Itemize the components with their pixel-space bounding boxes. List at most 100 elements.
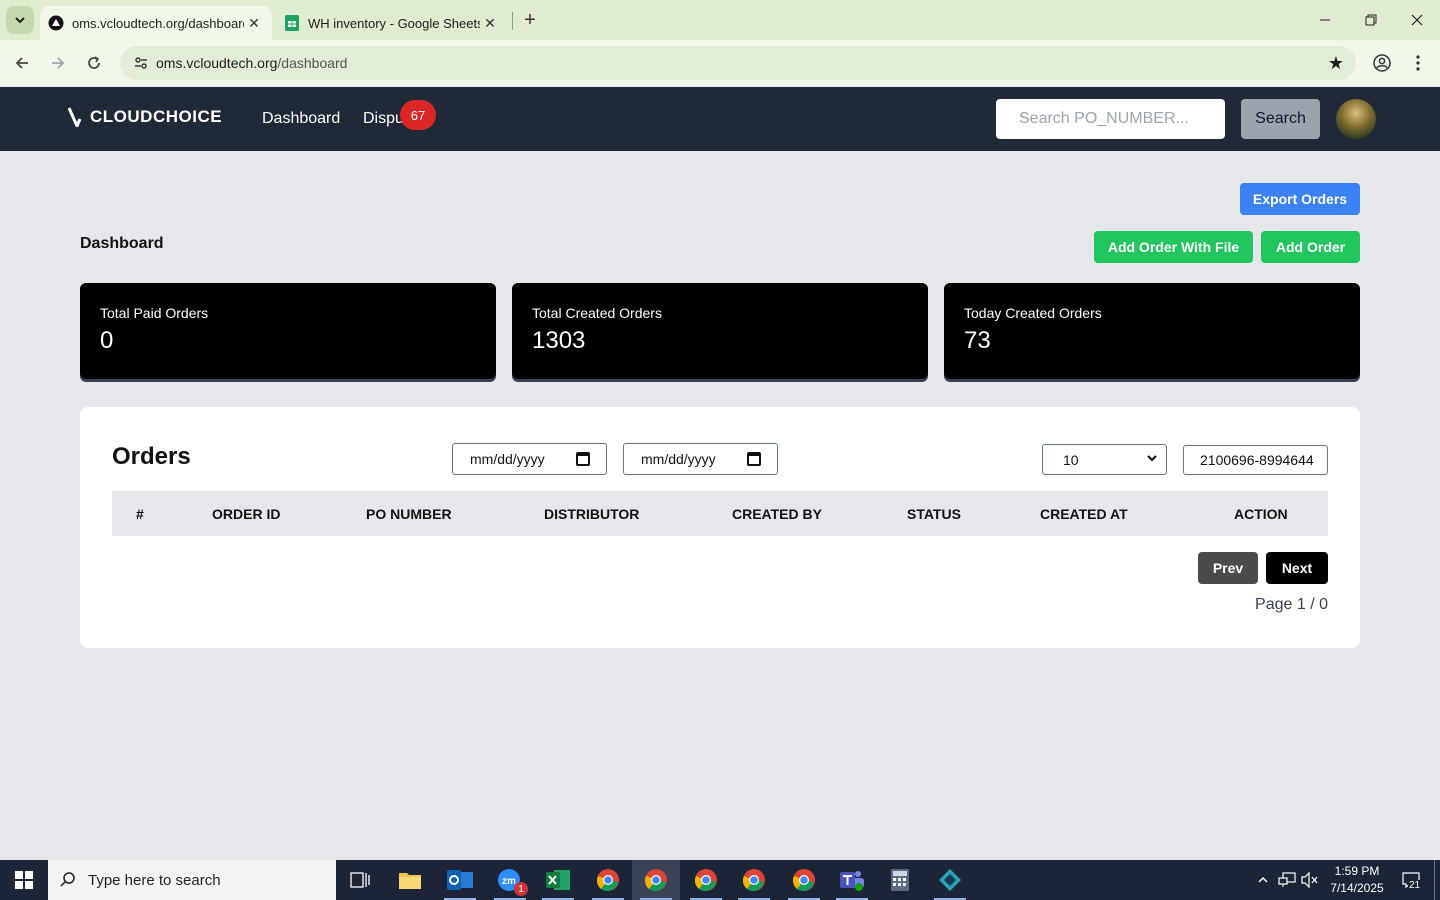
col-order-id: Order ID [212, 506, 281, 522]
new-tab-button[interactable]: + [518, 8, 542, 32]
chrome-button-1[interactable] [584, 860, 632, 900]
close-window-button[interactable] [1394, 0, 1440, 40]
add-order-with-file-button[interactable]: Add Order With File [1094, 231, 1253, 263]
tab-search-button[interactable] [6, 6, 34, 34]
page-info: Page 1 / 0 [1255, 596, 1328, 613]
stat-value: 1303 [532, 327, 586, 354]
stat-card-total-paid: Total Paid Orders 0 [80, 283, 496, 379]
nav-disputes[interactable]: Dispu [363, 110, 404, 128]
search-icon [48, 871, 88, 889]
chrome-button-2[interactable] [632, 860, 680, 900]
date-to-input[interactable]: mm/dd/yyyy [623, 443, 778, 475]
calendar-icon[interactable] [576, 452, 590, 466]
export-orders-button[interactable]: Export Orders [1240, 183, 1360, 215]
tab-close-icon[interactable]: ✕ [480, 13, 500, 33]
url-path: /dashboard [277, 55, 348, 71]
browser-menu-button[interactable] [1404, 49, 1432, 77]
page-title: Dashboard [80, 235, 164, 252]
search-button[interactable]: Search [1241, 99, 1320, 139]
col-distributor: Distributor [544, 506, 640, 522]
date-from-input[interactable]: mm/dd/yyyy [452, 443, 607, 475]
volume-button[interactable] [1299, 860, 1321, 900]
taskbar-search-box[interactable]: Type here to search [48, 860, 336, 900]
excel-button[interactable] [534, 860, 582, 900]
taskbar-clock[interactable]: 1:59 PM 7/14/2025 [1322, 863, 1392, 897]
add-order-button[interactable]: Add Order [1261, 231, 1360, 263]
date-placeholder: mm/dd/yyyy [470, 451, 545, 467]
page-size-select[interactable]: 10 [1042, 444, 1167, 475]
task-view-button[interactable] [336, 860, 384, 900]
reload-button[interactable] [80, 49, 108, 77]
orders-panel: Orders mm/dd/yyyy mm/dd/yyyy 10 2100696-… [80, 407, 1360, 648]
logo[interactable]: CLOUDCHOICE [68, 107, 222, 127]
tab-title: WH inventory - Google Sheets [308, 15, 480, 31]
stat-value: 73 [964, 327, 991, 354]
nav-dashboard[interactable]: Dashboard [262, 110, 340, 128]
back-button[interactable] [8, 49, 36, 77]
notification-center-button[interactable]: 21 [1394, 860, 1428, 900]
plus-icon: + [524, 8, 536, 31]
excel-icon [546, 870, 570, 890]
po-number-search-input[interactable] [996, 99, 1225, 139]
tab-wh-inventory[interactable]: WH inventory - Google Sheets ✕ [276, 6, 508, 40]
site-info-icon[interactable] [126, 55, 156, 71]
browser-toolbar: oms.vcloudtech.org/dashboard ★ [0, 40, 1440, 86]
chrome-button-4[interactable] [730, 860, 778, 900]
volume-muted-icon [1301, 872, 1318, 888]
calculator-button[interactable] [876, 860, 924, 900]
col-status: Status [907, 506, 961, 522]
col-action: Action [1234, 506, 1288, 522]
outlook-icon [447, 870, 473, 890]
clock-time: 1:59 PM [1334, 864, 1380, 878]
chrome-button-3[interactable] [682, 860, 730, 900]
col-created-by: Created By [732, 506, 822, 522]
order-filter-input[interactable]: 2100696-8994644 [1183, 445, 1328, 475]
tab-dashboard[interactable]: oms.vcloudtech.org/dashboard ✕ [40, 6, 272, 40]
app-button[interactable] [926, 860, 974, 900]
close-icon [1411, 14, 1423, 26]
reload-icon [88, 56, 100, 69]
app-header: CLOUDCHOICE Dashboard Dispu 67 Search [0, 87, 1440, 151]
clock-date: 7/14/2025 [1330, 881, 1384, 895]
diamond-app-icon [939, 869, 961, 891]
orders-table-header: # Order ID PO Number Distributor Created… [112, 491, 1328, 536]
teams-icon [840, 871, 864, 891]
profile-button[interactable] [1368, 49, 1396, 77]
start-button[interactable] [0, 860, 48, 900]
calculator-icon [891, 869, 909, 891]
chrome-button-5[interactable] [780, 860, 828, 900]
stat-label: Today Created Orders [964, 305, 1102, 321]
network-icon [1278, 872, 1296, 887]
next-page-button[interactable]: Next [1266, 552, 1328, 584]
outlook-button[interactable] [436, 860, 484, 900]
arrow-left-icon [15, 57, 28, 69]
chrome-icon [645, 869, 667, 891]
disputes-count-badge: 67 [400, 100, 436, 130]
kebab-menu-icon [1416, 55, 1420, 71]
minimize-button[interactable] [1302, 0, 1348, 40]
tab-close-icon[interactable]: ✕ [244, 13, 264, 33]
network-button[interactable] [1276, 860, 1298, 900]
site-favicon-icon [48, 15, 64, 31]
teams-button[interactable] [828, 860, 876, 900]
col-created-at: Created At [1040, 506, 1128, 522]
chrome-icon [793, 869, 815, 891]
chevron-down-icon [15, 17, 25, 24]
zoom-button[interactable]: zm 1 [486, 860, 534, 900]
logo-text: CLOUDCHOICE [90, 107, 223, 126]
show-desktop-button[interactable] [1434, 860, 1440, 900]
forward-button[interactable] [44, 49, 72, 77]
calendar-icon[interactable] [747, 452, 761, 466]
prev-page-button[interactable]: Prev [1198, 552, 1258, 584]
file-explorer-button[interactable] [386, 860, 434, 900]
avatar[interactable] [1336, 99, 1376, 139]
sheets-favicon-icon [284, 15, 300, 31]
show-hidden-icons-button[interactable] [1252, 860, 1274, 900]
url-host: oms.vcloudtech.org [156, 55, 278, 71]
restore-button[interactable] [1348, 0, 1394, 40]
chevron-up-icon [1258, 877, 1268, 883]
chrome-icon [743, 869, 765, 891]
restore-icon [1365, 14, 1377, 26]
bookmark-star-icon[interactable]: ★ [1328, 53, 1344, 74]
address-bar[interactable]: oms.vcloudtech.org/dashboard ★ [120, 46, 1356, 80]
